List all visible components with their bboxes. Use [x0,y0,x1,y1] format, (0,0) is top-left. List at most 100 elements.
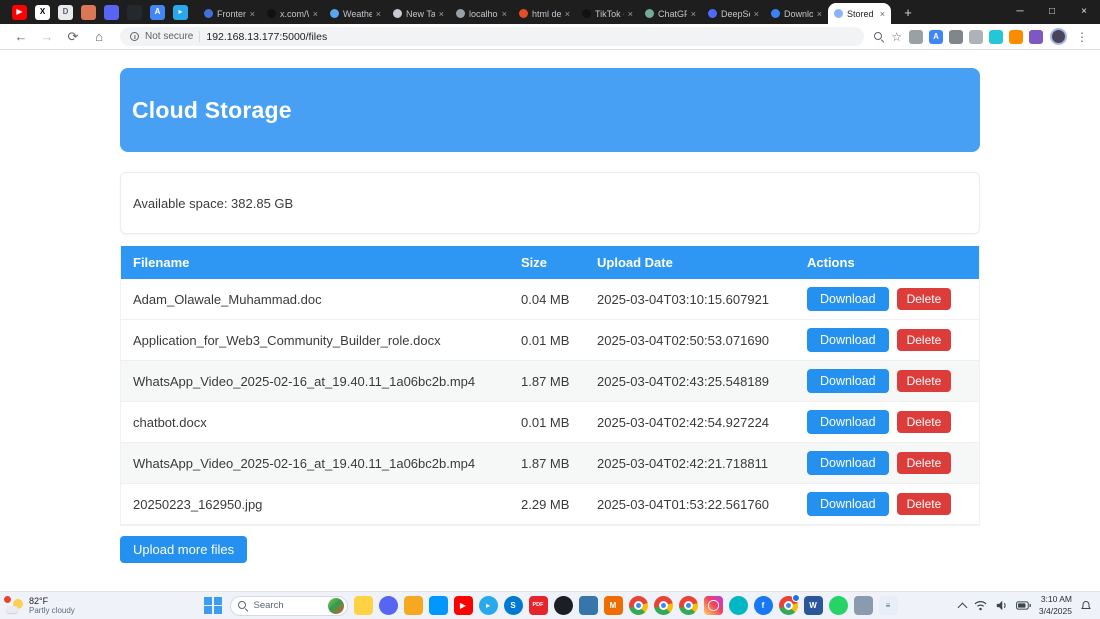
menu-kebab-icon[interactable]: ⋮ [1074,31,1090,43]
cast-extension-icon[interactable] [949,29,963,44]
tab-html-del[interactable]: html de × [513,3,576,24]
tab-close-icon[interactable]: × [754,9,759,19]
minimize-button[interactable]: ─ [1004,0,1036,24]
image-extension-icon[interactable] [969,29,983,44]
bookmark-star-icon[interactable]: ☆ [891,31,902,43]
home-button[interactable]: ⌂ [88,29,110,44]
tab-close-icon[interactable]: × [250,9,255,19]
purple-extension-icon[interactable] [1029,29,1043,44]
tab-close-icon[interactable]: × [880,9,885,19]
telegram-icon[interactable]: ▸ [173,4,188,20]
file-explorer-icon[interactable] [353,596,373,615]
x-icon[interactable]: X [35,4,50,20]
tab-close-icon[interactable]: × [376,9,381,19]
taskbar-search[interactable]: Search [229,595,348,616]
github-icon[interactable] [553,596,573,615]
close-button[interactable]: × [1068,0,1100,24]
download-button[interactable]: Download [807,410,889,434]
tab-close-icon[interactable]: × [691,9,696,19]
tab-stored-files[interactable]: Stored F × [828,3,891,24]
tab-downloads[interactable]: Downlo × [765,3,828,24]
instagram-icon[interactable] [703,596,723,615]
tab-xcom[interactable]: x.com/W × [261,3,324,24]
available-space-text: Available space: 382.85 GB [133,195,294,211]
github-icon[interactable] [127,4,142,20]
skype-icon[interactable]: S [503,596,523,615]
download-button[interactable]: Download [807,369,889,393]
table-row: WhatsApp_Video_2025-02-16_at_19.40.11_1a… [121,443,979,484]
orange-extension-icon[interactable] [1009,29,1023,44]
start-button[interactable] [203,595,224,616]
tab-chatgpt[interactable]: ChatGPT × [639,3,702,24]
tab-tiktok[interactable]: TikTok - × [576,3,639,24]
claude-icon[interactable] [81,4,96,20]
whatsapp-icon[interactable] [828,596,848,615]
youtube-icon[interactable]: ▶ [453,596,473,615]
remote-desktop-icon[interactable] [853,596,873,615]
chrome-active-icon[interactable] [778,594,800,615]
delete-button[interactable]: Delete [896,493,952,515]
chrome-icon[interactable] [628,596,648,615]
back-button[interactable]: ← [10,29,32,44]
python-icon[interactable] [578,596,598,615]
tab-deepseek[interactable]: DeepSe × [702,3,765,24]
translate-icon[interactable]: A [150,4,165,20]
upload-more-files-button[interactable]: Upload more files [120,536,248,563]
tab-localhost[interactable]: localhost × [450,3,513,24]
telegram-icon[interactable]: ▸ [478,596,498,615]
delete-button[interactable]: Delete [896,288,952,310]
folder-icon[interactable] [403,596,423,615]
vscode-icon[interactable] [428,596,448,615]
download-button[interactable]: Download [807,328,889,352]
download-button[interactable]: Download [807,287,889,311]
translate-extension-icon[interactable]: A [929,29,943,44]
url-bar[interactable]: Not secure 192.168.13.177:5000/files [120,27,865,46]
download-button[interactable]: Download [807,492,889,516]
tab-new-tab[interactable]: New Tab × [387,3,450,24]
gmail-icon[interactable]: M [603,596,623,615]
tab-close-icon[interactable]: × [439,9,444,19]
battery-icon[interactable] [1015,601,1031,610]
volume-icon[interactable] [995,600,1008,611]
pdf-icon[interactable]: PDF [528,596,548,615]
tab-close-icon[interactable]: × [817,9,822,19]
zoom-icon[interactable] [874,31,884,42]
weather-icon [4,595,23,614]
maximize-button[interactable]: □ [1036,0,1068,24]
tabs: Fronten × x.com/W × Weathe × New Tab × local… [198,0,891,24]
download-button[interactable]: Download [807,451,889,475]
chrome-icon-2[interactable] [653,596,673,615]
facebook-icon[interactable]: f [753,596,773,615]
delete-button[interactable]: Delete [896,411,952,433]
weather-widget[interactable]: 82°F Partly cloudy [4,595,75,616]
tab-weather[interactable]: Weathe × [324,3,387,24]
delete-button[interactable]: Delete [896,370,952,392]
tab-frontend[interactable]: Fronten × [198,3,261,24]
tab-close-icon[interactable]: × [313,9,318,19]
chrome-icon-3[interactable] [678,596,698,615]
photos-icon[interactable] [728,596,748,615]
delete-button[interactable]: Delete [896,329,952,351]
forward-button[interactable]: → [36,29,58,44]
refresh-button[interactable]: ⟳ [62,29,84,45]
tab-close-icon[interactable]: × [628,9,633,19]
youtube-icon[interactable]: ▶ [12,4,27,20]
discord-icon[interactable] [378,596,398,615]
window-controls: ─ □ × [1004,0,1100,24]
new-tab-button[interactable]: + [899,5,917,20]
delete-button[interactable]: Delete [896,452,952,474]
profile-avatar[interactable] [1050,28,1067,45]
wifi-icon[interactable] [974,600,987,611]
tray-chevron-up-icon[interactable] [957,602,968,612]
notification-bell-icon[interactable] [1080,600,1092,612]
word-icon[interactable]: W [803,596,823,615]
tray-clock[interactable]: 3:10 AM 3/4/2025 [1039,594,1072,616]
notepad-icon[interactable]: ≡ [878,596,898,615]
tab-close-icon[interactable]: × [502,9,507,19]
teal-extension-icon[interactable] [989,29,1003,44]
taskbar: 82°F Partly cloudy Search ▶ ▸ S PDF Mf W ≡ 3:1… [0,591,1100,619]
keyboard-extension-icon[interactable] [909,29,923,44]
tab-close-icon[interactable]: × [565,9,570,19]
docs-icon[interactable]: D [58,4,73,20]
discord-icon[interactable] [104,4,119,20]
